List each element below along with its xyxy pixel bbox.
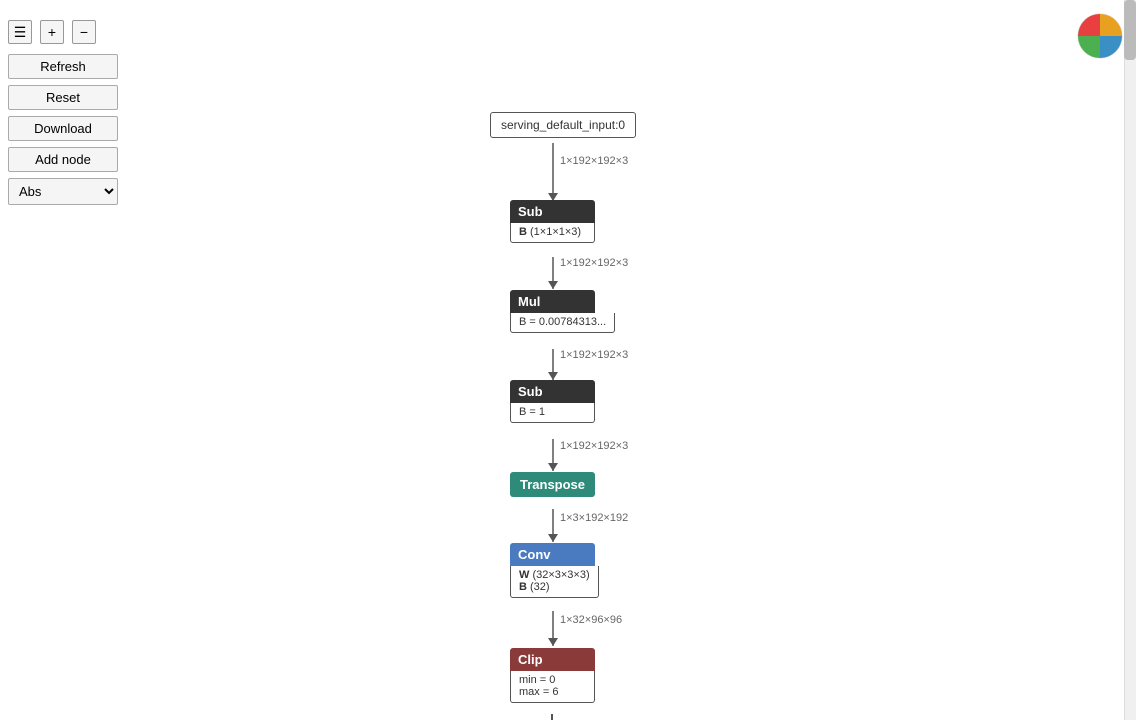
menu-icon[interactable]: ☰ [8,20,32,44]
node-mul1[interactable]: Mul B = 0.00784313... [510,290,615,333]
download-button[interactable]: Download [8,116,118,141]
graph-area: serving_default_input:0 1×192×192×3 Sub … [0,0,1136,720]
node-clip1[interactable]: Clip min = 0 max = 6 [510,648,595,703]
edge-label-6: 1×32×96×96 [560,614,622,626]
input-node-label[interactable]: serving_default_input:0 [490,112,636,138]
edge-label-3: 1×192×192×3 [560,349,628,361]
zoom-out-icon[interactable]: − [72,20,96,44]
icon-bar: ☰ + − [8,20,118,44]
sub1-attr-b: B (1×1×1×3) [519,226,581,238]
node-sub2[interactable]: Sub B = 1 [510,380,595,423]
mul1-attr-b: B = 0.00784313... [519,316,606,328]
node-transpose1[interactable]: Transpose [510,472,595,497]
refresh-button[interactable]: Refresh [8,54,118,79]
clip1-attr-min: min = 0 [519,674,586,686]
reset-button[interactable]: Reset [8,85,118,110]
node-type-select[interactable]: Abs Add Conv Mul Sub Transpose Clip [8,178,118,205]
conv1-attr-w: W (32×3×3×3) [519,569,590,581]
scrollbar-thumb[interactable] [1124,0,1136,60]
clip1-attr-max: max = 6 [519,686,586,698]
edge-label-2: 1×192×192×3 [560,257,628,269]
node-serving-default-input[interactable]: serving_default_input:0 [490,112,636,138]
zoom-in-icon[interactable]: + [40,20,64,44]
scrollbar-track [1124,0,1136,720]
edge-label-1: 1×192×192×3 [560,155,628,167]
edge-label-5: 1×3×192×192 [560,512,628,524]
add-node-button[interactable]: Add node [8,147,118,172]
conv1-attr-b: B (32) [519,581,590,593]
sub2-attr-b: B = 1 [519,406,545,418]
edge-label-4: 1×192×192×3 [560,440,628,452]
toolbar: ☰ + − Refresh Reset Download Add node Ab… [8,20,118,205]
graph-continues-indicator [551,714,553,720]
node-sub1[interactable]: Sub B (1×1×1×3) [510,200,595,243]
node-conv1[interactable]: Conv W (32×3×3×3) B (32) [510,543,599,598]
